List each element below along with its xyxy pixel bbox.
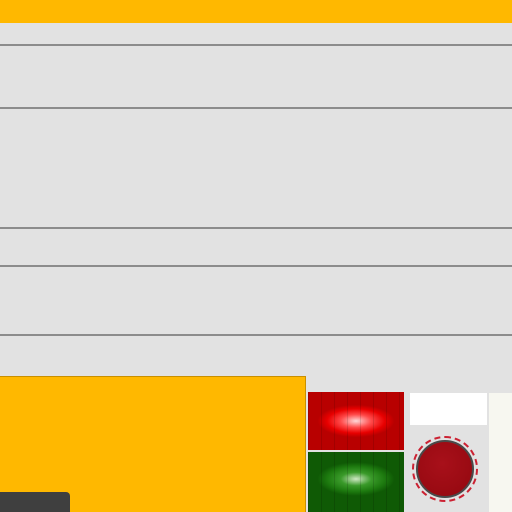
app-screen [0, 0, 512, 512]
right-strip [489, 393, 512, 512]
top-bar [0, 0, 512, 23]
green-button[interactable] [308, 452, 404, 512]
row-divider [0, 227, 512, 229]
row-divider [0, 107, 512, 109]
row-divider [0, 265, 512, 267]
bottom-tab[interactable] [0, 492, 70, 512]
row-divider [0, 44, 512, 46]
red-button[interactable] [308, 392, 404, 450]
stop-icon [416, 440, 474, 498]
stop-button[interactable] [412, 436, 478, 502]
row-divider [0, 334, 512, 336]
display-box [410, 393, 487, 425]
